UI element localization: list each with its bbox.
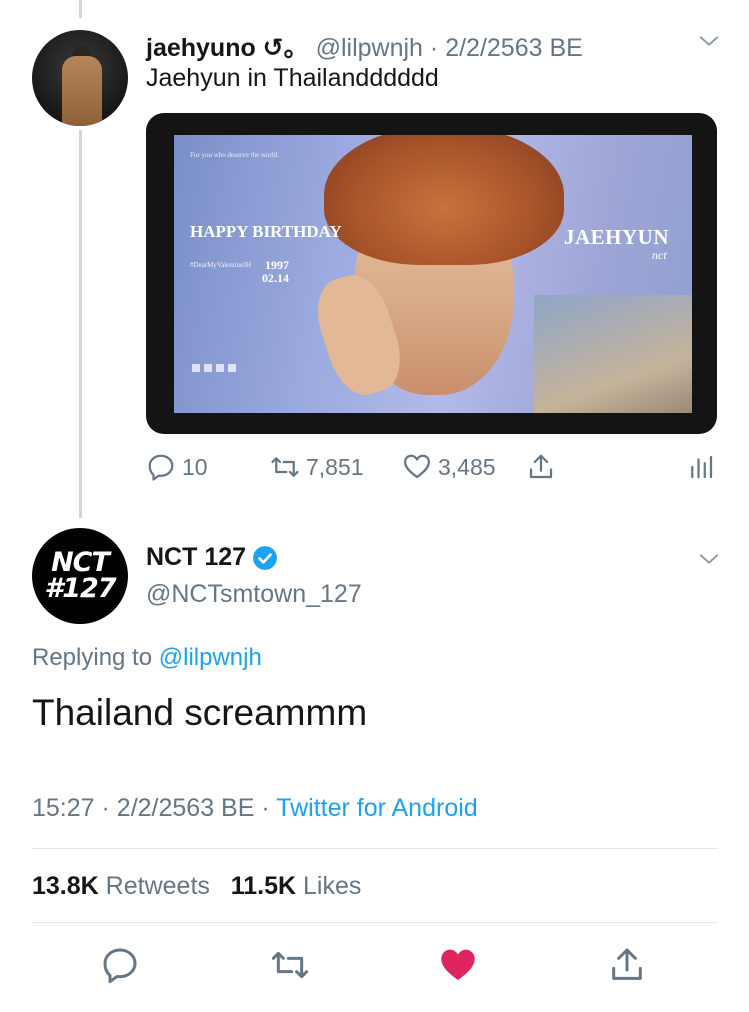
chevron-down-icon[interactable] <box>698 30 720 52</box>
parent-date[interactable]: 2/2/2563 BE <box>445 34 583 62</box>
reply-icon <box>148 454 174 481</box>
divider <box>32 848 718 849</box>
media-group: nct <box>652 248 667 262</box>
tweet-source-link[interactable]: Twitter for Android <box>276 794 477 822</box>
media-caption: For you who deserve the world. <box>190 151 280 159</box>
media-happy-birthday: HAPPY BIRTHDAY <box>190 222 342 241</box>
like-icon <box>404 454 430 479</box>
likes-count: 11.5K <box>230 872 297 900</box>
tweet-time: 15:27 <box>32 794 95 822</box>
billboard-photo: For you who deserve the world. HAPPY BIR… <box>174 135 692 413</box>
likes-stat[interactable]: 11.5K Likes <box>231 872 362 900</box>
like-count: 3,485 <box>438 453 496 480</box>
media-year: 1997 <box>265 258 289 272</box>
retweets-stat[interactable]: 13.8K Retweets <box>32 872 210 900</box>
tweet-date: 2/2/2563 BE <box>116 794 255 822</box>
share-icon[interactable] <box>607 945 647 985</box>
replying-to: Replying to @lilpwnjh <box>32 644 262 672</box>
retweets-count: 13.8K <box>32 872 99 900</box>
like-icon[interactable] <box>438 945 478 985</box>
nct-avatar[interactable]: NCT #127 <box>32 528 128 624</box>
parent-tweet-text: Jaehyun in Thailandddddd <box>146 64 439 92</box>
analytics-icon <box>691 455 713 479</box>
share-button[interactable] <box>526 448 562 486</box>
reply-count: 10 <box>182 453 208 480</box>
parent-handle[interactable]: @lilpwnjh <box>316 34 423 62</box>
media-social-icons <box>190 361 250 387</box>
chevron-down-icon[interactable] <box>698 548 720 570</box>
tweet-stats: 13.8K Retweets 11.5K Likes <box>32 872 361 901</box>
parent-avatar[interactable] <box>32 30 128 126</box>
media-date: 02.14 <box>262 270 289 285</box>
retweet-icon[interactable] <box>270 945 310 985</box>
divider <box>32 922 718 923</box>
replying-prefix: Replying to <box>32 644 153 671</box>
verified-icon <box>253 545 277 570</box>
avatar-logo-line2: #127 <box>44 573 116 604</box>
parent-tweet-header: jaehyuno ↺。 @lilpwnjh · 2/2/2563 BE <box>146 28 583 64</box>
replying-to-link[interactable]: @lilpwnjh <box>159 644 262 671</box>
reply-icon[interactable] <box>100 945 140 985</box>
media-name: JAEHYUN <box>564 225 670 249</box>
analytics-button[interactable] <box>686 448 722 486</box>
parent-date-separator: · <box>429 34 439 62</box>
media-birthdate: 1997 02.14 <box>262 259 289 284</box>
main-handle[interactable]: @NCTsmtown_127 <box>146 580 362 609</box>
retweet-button[interactable]: 7,851 <box>270 448 364 486</box>
like-button[interactable]: 3,485 <box>402 448 496 486</box>
tweet-media-image[interactable]: For you who deserve the world. HAPPY BIR… <box>146 113 717 434</box>
timestamp-separator: · <box>101 794 110 822</box>
thread-line-top <box>79 0 82 18</box>
media-hashtag: #DearMyValentineJH <box>190 261 252 269</box>
reply-button[interactable]: 10 <box>146 448 208 486</box>
tweet-timestamp: 15:27 · 2/2/2563 BE · Twitter for Androi… <box>32 794 478 823</box>
timestamp-separator: · <box>261 794 270 822</box>
likes-label: Likes <box>303 872 362 900</box>
main-tweet-text: Thailand screammm <box>32 692 368 733</box>
parent-display-name[interactable]: jaehyuno ↺。 <box>146 34 309 62</box>
thread-line <box>79 130 82 518</box>
retweet-icon <box>271 457 299 477</box>
retweet-count: 7,851 <box>306 453 364 480</box>
retweets-label: Retweets <box>105 872 210 900</box>
main-display-name-row[interactable]: NCT 127 <box>146 543 278 572</box>
main-display-name[interactable]: NCT 127 <box>146 543 246 572</box>
share-icon <box>529 454 553 479</box>
